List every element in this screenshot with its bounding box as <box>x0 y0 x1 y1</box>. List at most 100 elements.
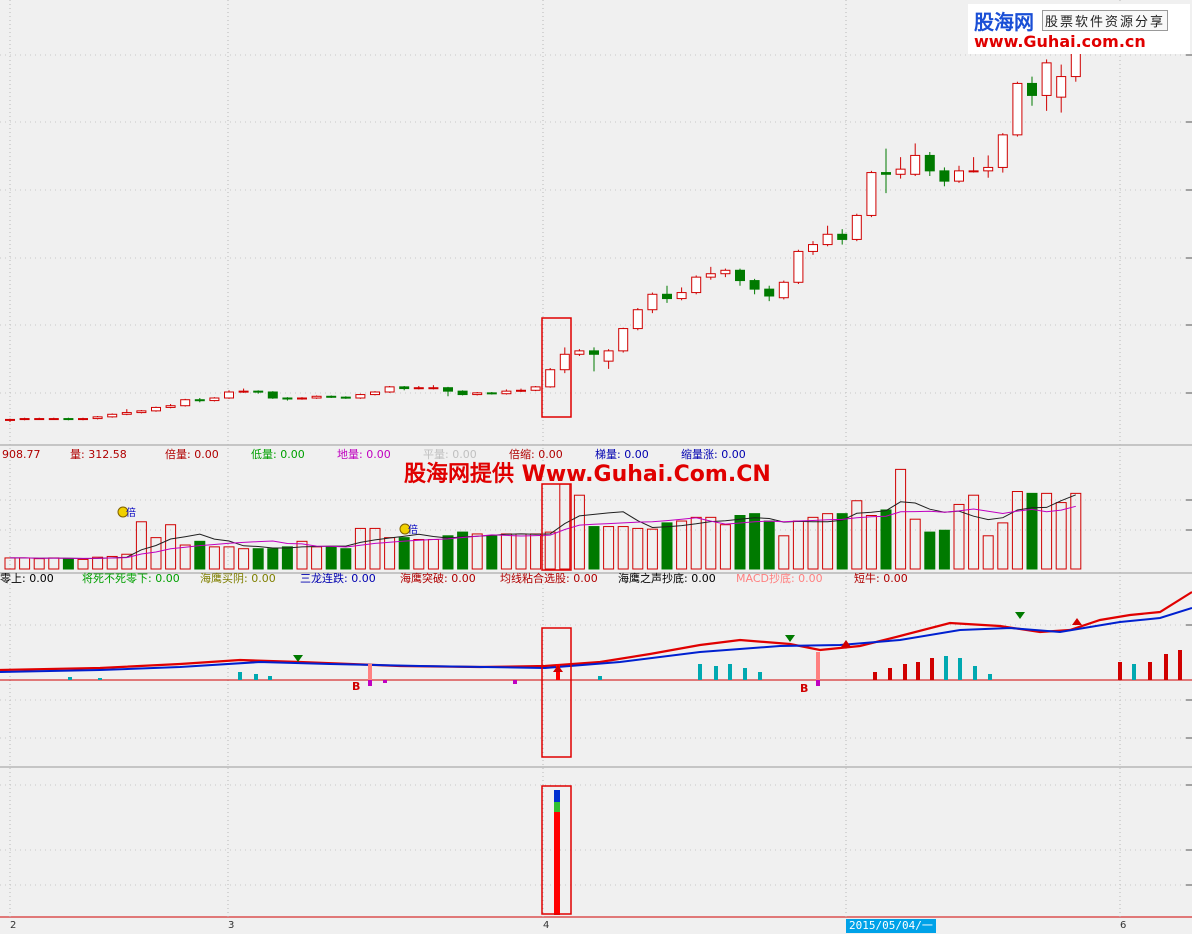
signal-arrow-icon <box>1015 612 1025 619</box>
indicator-header-label: 均线粘合选股: 0.00 <box>500 571 598 585</box>
candle-body <box>48 418 59 421</box>
volume-bar <box>33 558 45 570</box>
indicator-bar <box>513 680 517 684</box>
indicator-bar <box>1118 662 1122 680</box>
volume-header-label: 地量: 0.00 <box>337 448 391 461</box>
candle-body <box>662 293 672 300</box>
double-volume-label: 倍 <box>408 523 418 536</box>
indicator-fast-line <box>0 591 1192 672</box>
indicator-bar <box>254 674 258 680</box>
candle-body <box>735 269 745 282</box>
volume-bar <box>340 548 352 570</box>
volume-bar <box>676 520 688 570</box>
volume-bar <box>413 538 425 570</box>
indicator-bar <box>714 666 718 680</box>
candle-body <box>618 328 629 352</box>
volume-bar <box>398 537 410 570</box>
candle-body <box>136 410 147 414</box>
volume-bar <box>500 533 512 570</box>
buy-signal-marker: B <box>352 680 360 693</box>
candle-body <box>428 387 439 390</box>
candle-body <box>253 390 264 393</box>
candle-body <box>501 390 512 395</box>
indicator-bar <box>816 652 820 680</box>
volume-bar <box>267 548 279 570</box>
volume-bar <box>924 531 936 570</box>
volume-bar <box>150 537 162 570</box>
volume-bar <box>544 531 556 570</box>
candle-body <box>399 386 410 390</box>
candle-body <box>881 172 891 175</box>
candle-body <box>559 353 570 371</box>
candle-body <box>778 281 789 299</box>
indicator-header-label: 海鹰突破: 0.00 <box>400 571 476 585</box>
candle-body <box>92 416 103 420</box>
candle-body <box>574 350 585 355</box>
candle-body <box>5 418 15 421</box>
indicator-header-label: 海鹰买阴: 0.00 <box>200 571 276 585</box>
volume-header-label: 908.77 <box>2 448 41 461</box>
candle-body <box>121 412 132 415</box>
volume-bar <box>1026 492 1038 570</box>
volume-bar <box>223 546 235 570</box>
candle-body <box>764 288 775 297</box>
indicator-bar <box>816 680 820 686</box>
bottom-bar-blue <box>554 790 560 802</box>
indicator-bar <box>888 668 892 680</box>
candle-body <box>749 280 760 290</box>
indicator-header-label: 将死不死零下: 0.00 <box>82 572 180 585</box>
candle-body <box>691 276 702 294</box>
center-watermark: 股海网提供 Www.Guhai.Com.CN <box>404 462 771 487</box>
candle-body <box>151 406 161 412</box>
volume-bar <box>238 548 250 570</box>
indicator-bar <box>728 664 732 680</box>
candle-body <box>1056 76 1067 98</box>
indicator-bar <box>930 658 934 680</box>
indicator-bar <box>973 666 977 680</box>
candle-body <box>924 154 935 172</box>
candle-body <box>939 170 950 182</box>
indicator-bar <box>1132 664 1136 680</box>
candle-body <box>267 391 278 399</box>
current-date-badge: 2015/05/04/一 <box>846 919 936 933</box>
indicator-bar <box>698 664 702 680</box>
candle-body <box>983 166 994 172</box>
volume-bar <box>603 526 615 570</box>
volume-bar <box>252 548 264 570</box>
buy-signal-marker: B <box>800 682 808 695</box>
volume-bar <box>997 522 1009 570</box>
candle-body <box>355 394 366 399</box>
volume-bar <box>982 535 994 570</box>
candle-body <box>457 390 468 396</box>
volume-bar <box>486 535 498 570</box>
volume-bar <box>573 494 585 570</box>
candle-body <box>78 418 88 421</box>
volume-bar <box>515 533 527 570</box>
volume-bar <box>471 533 483 570</box>
x-axis-label: 4 <box>543 920 550 931</box>
signal-arrow-icon <box>785 635 795 642</box>
indicator-header-label: 短牛: 0.00 <box>854 571 908 585</box>
volume-bar <box>763 520 775 570</box>
indicator-bar <box>68 677 72 680</box>
candle-body <box>1027 82 1037 96</box>
logo-cn-text: 股海网 <box>974 10 1034 34</box>
indicator-bar <box>903 664 907 680</box>
volume-bar <box>369 527 381 570</box>
volume-bar <box>427 538 439 570</box>
highlight-box <box>541 483 572 571</box>
candle-body <box>413 387 424 390</box>
volume-bar <box>530 533 542 570</box>
indicator-bar <box>916 662 920 680</box>
indicator-header-label: 零上: 0.00 <box>0 572 54 585</box>
candle-body <box>165 405 176 408</box>
candle-body <box>1012 82 1023 136</box>
candle-body <box>282 397 293 400</box>
volume-bar <box>4 557 16 570</box>
indicator-bar <box>988 674 992 680</box>
candle-body <box>530 386 541 391</box>
volume-bar <box>895 468 907 570</box>
volume-bar <box>588 526 600 570</box>
volume-bar <box>617 526 629 570</box>
volume-bar <box>281 546 293 570</box>
